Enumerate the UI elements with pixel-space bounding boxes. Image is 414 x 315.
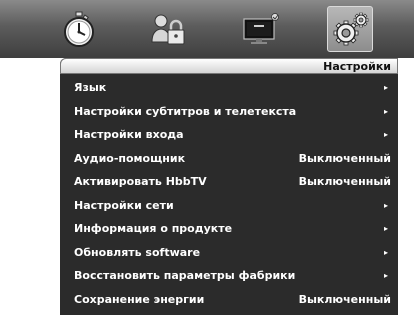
menu-item-label: Восстановить параметры фабрики bbox=[74, 269, 296, 282]
menu-item[interactable]: Настройки субтитров и телетекста ▸ bbox=[60, 100, 398, 124]
menu-item[interactable]: Настройки сети ▸ bbox=[60, 194, 398, 218]
submenu-arrow-icon: ▸ bbox=[383, 247, 388, 257]
menu-item[interactable]: Язык ▸ bbox=[60, 76, 398, 100]
submenu-arrow-icon: ▸ bbox=[383, 130, 388, 139]
menu-item[interactable]: Информация о продукте ▸ bbox=[60, 217, 398, 241]
menu-item[interactable]: Активировать HbbTV Выключенный bbox=[60, 170, 398, 194]
panel-header: Настройки bbox=[60, 58, 398, 74]
lock-tab[interactable] bbox=[146, 8, 188, 50]
menu-item[interactable]: Настройки входа ▸ bbox=[60, 123, 398, 147]
right-empty-area bbox=[398, 58, 414, 315]
menu-item[interactable]: Аудио-помощник Выключенный bbox=[60, 147, 398, 171]
menu-item-value: Выключенный bbox=[298, 292, 391, 306]
left-empty-area bbox=[0, 58, 60, 315]
top-navigation-bar bbox=[0, 0, 414, 58]
menu-item-label: Настройки входа bbox=[74, 128, 184, 141]
menu-item[interactable]: Восстановить параметры фабрики ▸ bbox=[60, 264, 398, 288]
submenu-arrow-icon: ▸ bbox=[383, 271, 388, 280]
menu-item-label: Обновлять software bbox=[74, 245, 201, 259]
menu-item-label: Активировать HbbTV bbox=[74, 175, 207, 188]
menu-item-label: Аудио-помощник bbox=[74, 151, 186, 165]
panel-title: Настройки bbox=[323, 60, 391, 73]
tv-icon bbox=[243, 13, 279, 44]
menu-item[interactable]: Обновлять software ▸ bbox=[60, 241, 398, 265]
menu-item-value: Выключенный bbox=[298, 175, 391, 188]
settings-menu: Язык ▸ Настройки субтитров и телетекста ▸ На… bbox=[60, 76, 398, 311]
tv-tab[interactable] bbox=[239, 8, 281, 50]
menu-item[interactable]: Сохранение энергии Выключенный bbox=[60, 288, 398, 312]
menu-item-label: Сохранение энергии bbox=[74, 292, 205, 306]
menu-item-value: Выключенный bbox=[298, 151, 391, 165]
submenu-arrow-icon: ▸ bbox=[383, 224, 388, 233]
menu-item-label: Настройки сети bbox=[74, 198, 174, 212]
lock-icon bbox=[151, 14, 185, 45]
timer-icon bbox=[64, 11, 94, 47]
menu-item-label: Язык bbox=[74, 81, 107, 94]
settings-tab[interactable] bbox=[327, 6, 373, 52]
menu-item-label: Информация о продукте bbox=[74, 222, 233, 235]
menu-item-label: Настройки субтитров и телетекста bbox=[74, 104, 297, 118]
submenu-arrow-icon: ▸ bbox=[383, 83, 388, 92]
settings-panel: Настройки Язык ▸ Настройки субтитров и тел… bbox=[60, 58, 398, 315]
gear-icon bbox=[333, 12, 369, 46]
timer-tab[interactable] bbox=[58, 8, 100, 50]
submenu-arrow-icon: ▸ bbox=[383, 200, 388, 210]
submenu-arrow-icon: ▸ bbox=[383, 106, 388, 116]
